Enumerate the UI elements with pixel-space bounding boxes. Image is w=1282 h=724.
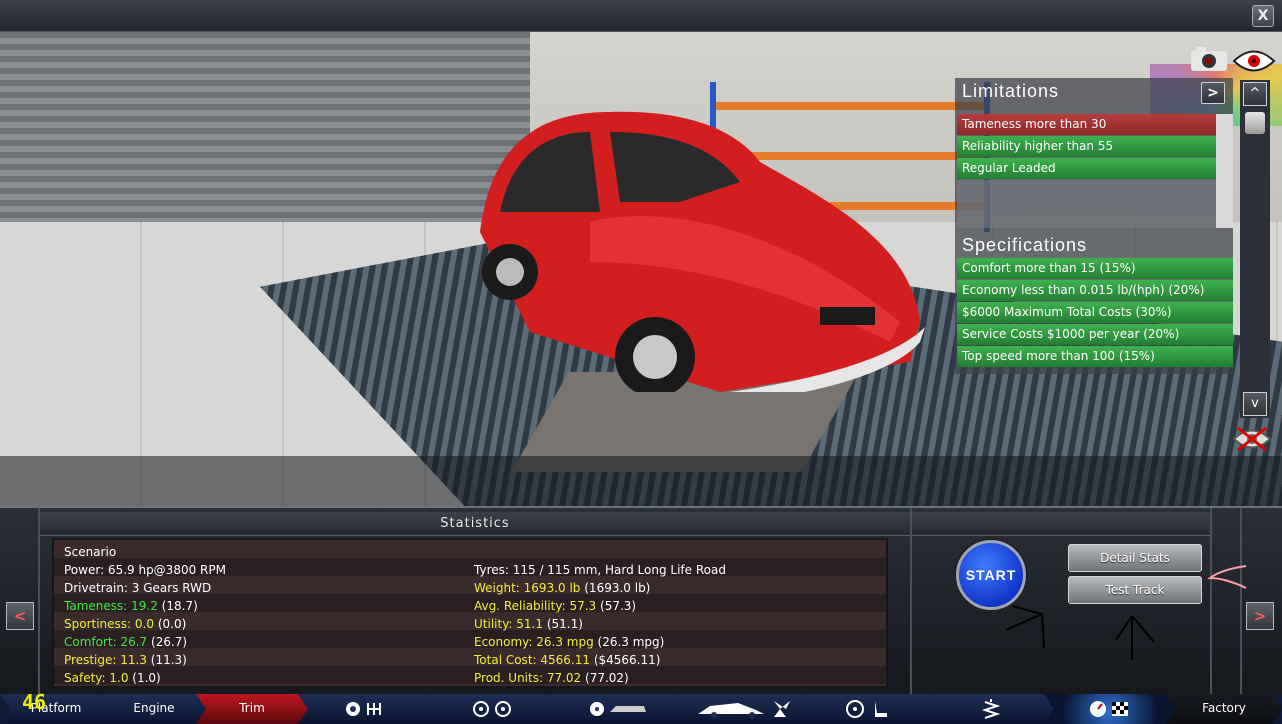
limitation-item: Regular Leaded	[957, 158, 1233, 179]
stat-scenario: Scenario	[64, 545, 117, 559]
stat-utility: Utility: 51.1 (51.1)	[474, 617, 583, 631]
prev-button[interactable]: <	[6, 602, 34, 630]
camera-icon[interactable]	[1190, 46, 1228, 72]
viewport-shade	[0, 456, 1282, 506]
tab-wheels[interactable]	[424, 694, 560, 724]
bottom-panel: Statistics Scenario Power: 65.9 hp@3800 …	[0, 506, 1282, 696]
tab-interior[interactable]	[802, 694, 938, 724]
test-track-button[interactable]: Test Track	[1068, 576, 1202, 604]
limitations-empty-area	[957, 180, 1216, 228]
annotation-arrow-black-2	[1115, 615, 1155, 660]
specification-item: Comfort more than 15 (15%)	[957, 258, 1233, 279]
gearbox-icon	[344, 700, 388, 718]
tab-trim[interactable]: Trim	[196, 694, 308, 724]
specifications-heading: Specifications	[962, 235, 1088, 255]
statistics-heading: Statistics	[40, 512, 910, 536]
requirements-panel: Limitations > Tameness more than 30 Reli…	[955, 78, 1233, 374]
next-button[interactable]: >	[1246, 602, 1274, 630]
hide-panel-icon[interactable]	[1232, 426, 1272, 452]
scroll-down-button[interactable]: v	[1243, 392, 1267, 416]
specification-item: Top speed more than 100 (15%)	[957, 346, 1233, 367]
tab-engine[interactable]: Engine	[102, 694, 206, 724]
interior-icon	[845, 699, 895, 719]
specification-item: Service Costs $1000 per year (20%)	[957, 324, 1233, 345]
stat-comfort: Comfort: 26.7 (26.7)	[64, 635, 188, 649]
tab-testing[interactable]	[1044, 694, 1176, 724]
testing-icon	[1088, 699, 1132, 719]
specification-item: $6000 Maximum Total Costs (30%)	[957, 302, 1233, 323]
stat-safety: Safety: 1.0 (1.0)	[64, 671, 161, 685]
wheels-icon	[470, 700, 514, 718]
panel-scrollbar[interactable]: ^ v	[1240, 80, 1270, 418]
stat-prestige: Prestige: 11.3 (11.3)	[64, 653, 187, 667]
scroll-up-button[interactable]: ^	[1243, 82, 1267, 106]
detail-stats-button[interactable]: Detail Stats	[1068, 544, 1202, 572]
stat-weight: Weight: 1693.0 lb (1693.0 lb)	[474, 581, 651, 595]
limitation-item: Tameness more than 30	[957, 114, 1233, 135]
expand-panel-button[interactable]: >	[1201, 82, 1225, 104]
annotation-arrow-pink	[1206, 565, 1247, 589]
tab-body[interactable]	[676, 694, 812, 724]
window-title-bar: X	[0, 0, 1282, 32]
stat-drivetrain: Drivetrain: 3 Gears RWD	[64, 581, 212, 595]
tab-factory[interactable]: Factory	[1166, 694, 1282, 724]
tab-gearbox[interactable]	[298, 694, 434, 724]
stat-total-cost: Total Cost: 4566.11 ($4566.11)	[474, 653, 661, 667]
limitation-item: Reliability higher than 55	[957, 136, 1233, 157]
stat-reliability: Avg. Reliability: 57.3 (57.3)	[474, 599, 637, 613]
stat-power: Power: 65.9 hp@3800 RPM	[64, 563, 226, 577]
annotation-arrow-black-1	[1005, 605, 1045, 649]
limitations-heading: Limitations	[962, 81, 1060, 101]
body-fan-icon	[694, 698, 794, 720]
tab-suspension[interactable]	[550, 694, 686, 724]
close-button[interactable]: X	[1252, 5, 1274, 27]
fps-counter: 46	[22, 690, 47, 714]
scroll-thumb[interactable]	[1245, 112, 1265, 134]
statistics-table: Scenario Power: 65.9 hp@3800 RPM Drivetr…	[52, 538, 888, 688]
spring-icon	[981, 698, 1001, 720]
stat-sportiness: Sportiness: 0.0 (0.0)	[64, 617, 187, 631]
actions-header	[912, 512, 1210, 536]
specification-item: Economy less than 0.015 lb/(hph) (20%)	[957, 280, 1233, 301]
eye-icon[interactable]	[1232, 48, 1276, 74]
stat-economy: Economy: 26.3 mpg (26.3 mpg)	[474, 635, 665, 649]
design-tab-bar: Platform Engine Trim Factory	[0, 694, 1282, 724]
tab-springs[interactable]	[928, 694, 1054, 724]
car-model	[480, 111, 925, 392]
limitations-scrollbar[interactable]	[1216, 114, 1233, 228]
stat-tyres: Tyres: 115 / 115 mm, Hard Long Life Road	[474, 563, 726, 577]
stat-prod-units: Prod. Units: 77.02 (77.02)	[474, 671, 629, 685]
suspension-icon	[588, 700, 648, 718]
tab-platform[interactable]: Platform	[0, 694, 112, 724]
stat-tameness: Tameness: 19.2 (18.7)	[64, 599, 198, 613]
